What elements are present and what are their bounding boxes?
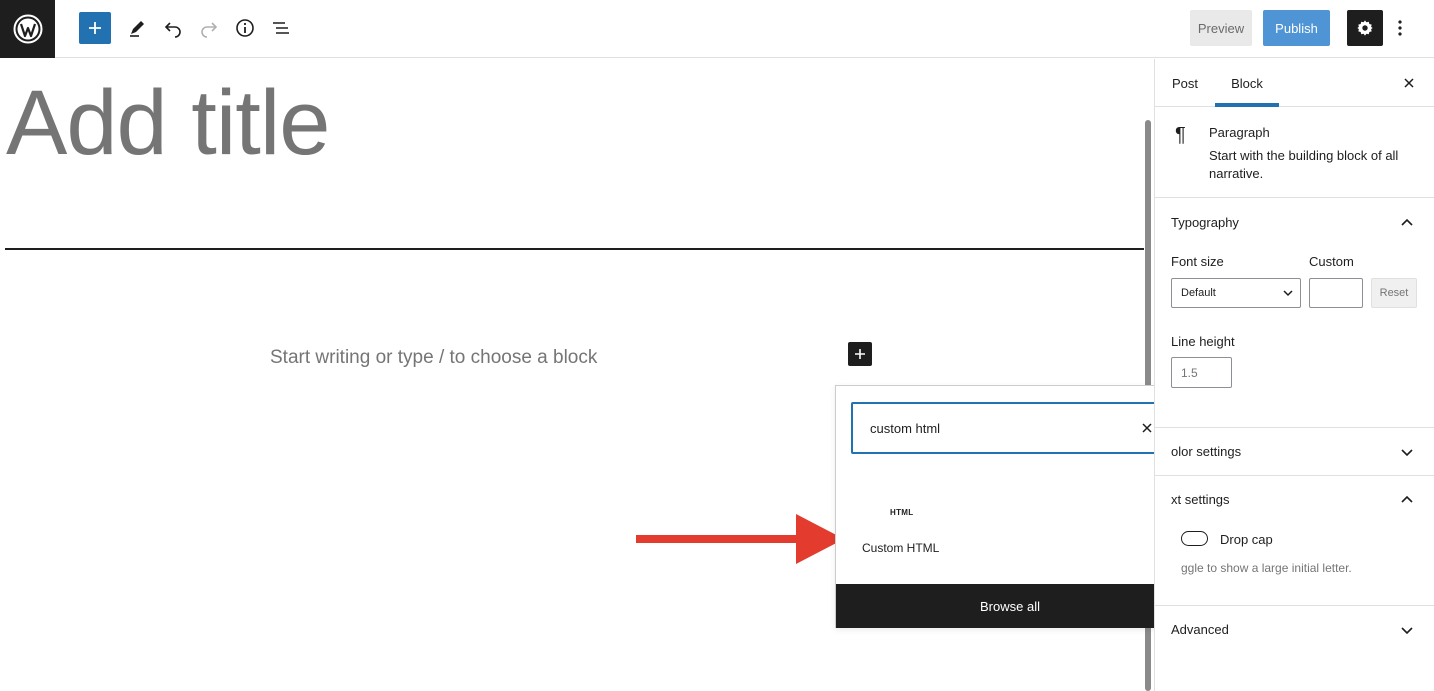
close-icon <box>1404 78 1414 88</box>
text-settings-heading: xt settings <box>1171 492 1230 507</box>
font-size-value: Default <box>1181 287 1216 299</box>
block-card: ¶ Paragraph Start with the building bloc… <box>1155 108 1434 198</box>
top-toolbar: Preview Publish <box>0 0 1434 58</box>
browse-all-button[interactable]: Browse all <box>836 584 1184 628</box>
plus-icon <box>89 22 101 34</box>
add-block-button[interactable] <box>79 12 111 44</box>
gear-icon <box>1357 20 1373 36</box>
red-arrow-annotation <box>636 514 844 564</box>
advanced-panel-toggle[interactable]: Advanced <box>1155 606 1434 654</box>
plus-icon <box>855 349 865 359</box>
post-title-input[interactable]: Add title <box>6 71 330 176</box>
separator-block[interactable] <box>5 248 1144 250</box>
publish-button[interactable]: Publish <box>1263 10 1330 46</box>
paragraph-icon: ¶ <box>1175 124 1186 146</box>
chevron-down-icon <box>1283 290 1293 297</box>
pencil-icon <box>130 21 144 37</box>
font-size-label: Font size <box>1171 254 1224 269</box>
chevron-up-icon <box>1401 218 1413 226</box>
color-settings-panel-toggle[interactable]: olor settings <box>1155 428 1434 476</box>
tools-button[interactable] <box>121 12 153 44</box>
details-button[interactable] <box>229 12 261 44</box>
redo-icon <box>201 22 218 38</box>
clear-search-button[interactable] <box>1139 420 1155 436</box>
typography-panel-toggle[interactable]: Typography <box>1155 199 1434 247</box>
font-size-select[interactable]: Default <box>1171 278 1301 308</box>
result-label: Custom HTML <box>862 541 940 555</box>
custom-size-label: Custom <box>1309 254 1354 269</box>
tab-post[interactable]: Post <box>1163 59 1207 107</box>
text-settings-panel-toggle[interactable]: xt settings <box>1155 476 1434 524</box>
drop-cap-help-text: ggle to show a large initial letter. <box>1181 561 1352 575</box>
reset-button[interactable]: Reset <box>1371 278 1417 308</box>
sidebar-tabs: Post Block <box>1155 59 1434 107</box>
tab-block[interactable]: Block <box>1215 59 1279 107</box>
close-icon <box>1142 423 1152 433</box>
block-search-input[interactable]: custom html <box>851 402 1171 454</box>
block-inserter-popover: custom html HTML Custom HTML Browse all <box>835 385 1185 628</box>
drop-cap-label: Drop cap <box>1220 532 1273 547</box>
block-description: Start with the building block of all nar… <box>1209 148 1399 181</box>
undo-icon <box>164 22 181 38</box>
redo-button[interactable] <box>193 12 225 44</box>
info-icon <box>236 19 254 37</box>
chevron-up-icon <box>1401 495 1413 503</box>
chevron-down-icon <box>1401 627 1413 635</box>
block-name: Paragraph <box>1209 125 1270 140</box>
close-sidebar-button[interactable] <box>1399 73 1419 93</box>
list-view-button[interactable] <box>265 12 297 44</box>
more-vertical-icon <box>1398 20 1402 36</box>
options-button[interactable] <box>1390 12 1410 44</box>
html-icon: HTML <box>890 508 914 517</box>
block-search-value: custom html <box>870 421 941 436</box>
wordpress-logo-icon[interactable] <box>0 0 55 58</box>
line-height-input[interactable]: 1.5 <box>1171 357 1232 388</box>
line-height-label: Line height <box>1171 334 1235 349</box>
inline-add-block-button[interactable] <box>848 342 872 366</box>
typography-heading: Typography <box>1171 215 1239 230</box>
list-view-icon <box>273 22 289 34</box>
settings-sidebar: Post Block ¶ Paragraph Start with the bu… <box>1154 59 1434 691</box>
preview-button[interactable]: Preview <box>1190 10 1252 46</box>
active-tab-indicator <box>1215 103 1279 107</box>
settings-button[interactable] <box>1347 10 1383 46</box>
advanced-heading: Advanced <box>1171 622 1229 637</box>
line-height-placeholder: 1.5 <box>1181 366 1198 380</box>
custom-html-block-result[interactable]: HTML Custom HTML <box>854 496 950 562</box>
paragraph-block[interactable]: Start writing or type / to choose a bloc… <box>270 347 597 369</box>
chevron-down-icon <box>1401 449 1413 457</box>
custom-font-size-input[interactable] <box>1309 278 1363 308</box>
color-settings-heading: olor settings <box>1171 444 1242 459</box>
undo-button[interactable] <box>157 12 189 44</box>
drop-cap-toggle[interactable] <box>1181 531 1208 546</box>
